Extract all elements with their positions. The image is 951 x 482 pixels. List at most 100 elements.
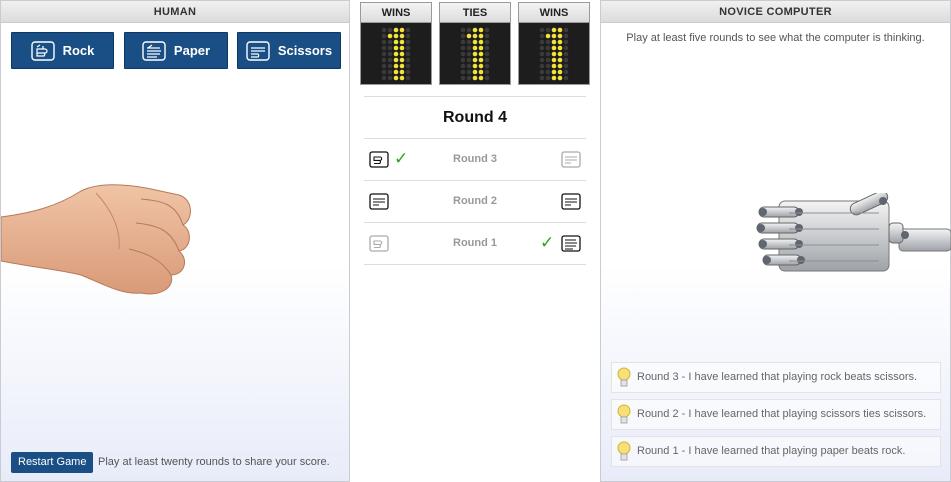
learned-message: Round 1 - I have learned that playing pa… bbox=[611, 436, 941, 467]
led-dot-on bbox=[399, 63, 405, 69]
led-dot-on bbox=[472, 51, 478, 57]
led-dot-off bbox=[405, 45, 411, 51]
led-dot-off bbox=[405, 27, 411, 33]
human-wins-box: WINS bbox=[360, 2, 432, 85]
led-dot-on bbox=[478, 75, 484, 81]
led-dot-off bbox=[405, 63, 411, 69]
robot-hand-image bbox=[756, 193, 951, 272]
led-dot-on bbox=[393, 63, 399, 69]
led-dot-on bbox=[557, 69, 563, 75]
led-dot-off bbox=[563, 33, 569, 39]
led-dot-off bbox=[466, 69, 472, 75]
led-dot-on bbox=[393, 57, 399, 63]
led-dot-on bbox=[472, 57, 478, 63]
led-dot-on bbox=[551, 57, 557, 63]
paper-button-label: Paper bbox=[173, 43, 211, 58]
led-dot-off bbox=[466, 51, 472, 57]
round-label: Round 2 bbox=[453, 195, 497, 207]
learned-message-text: Round 3 - I have learned that playing ro… bbox=[637, 371, 918, 383]
led-dot-on bbox=[478, 57, 484, 63]
led-dot-on bbox=[399, 69, 405, 75]
led-dot-off bbox=[460, 75, 466, 81]
human-panel: HUMAN Rock Paper Scissors Restart Game P… bbox=[0, 0, 350, 482]
computer-wins-label: WINS bbox=[519, 3, 589, 23]
led-dot-off bbox=[460, 63, 466, 69]
current-round-title: Round 4 bbox=[364, 96, 586, 139]
restart-game-button[interactable]: Restart Game bbox=[11, 452, 94, 473]
led-dot-off bbox=[381, 75, 387, 81]
led-dot-on bbox=[551, 51, 557, 57]
rock-hand-icon bbox=[30, 40, 55, 61]
led-dot-on bbox=[551, 75, 557, 81]
led-dot-off bbox=[539, 39, 545, 45]
led-dot-on bbox=[557, 39, 563, 45]
round-1-win-check-icon: ✓ bbox=[540, 233, 555, 252]
led-dot-off bbox=[563, 27, 569, 33]
led-dot-on bbox=[399, 39, 405, 45]
led-dot-off bbox=[545, 63, 551, 69]
led-dot-off bbox=[545, 51, 551, 57]
led-dot-on bbox=[393, 75, 399, 81]
led-dot-on bbox=[399, 45, 405, 51]
led-dot-off bbox=[405, 39, 411, 45]
led-dot-off bbox=[405, 33, 411, 39]
led-dot-off bbox=[387, 51, 393, 57]
led-dot-off bbox=[405, 51, 411, 57]
led-dot-on bbox=[393, 33, 399, 39]
led-dot-off bbox=[539, 57, 545, 63]
led-dot-on bbox=[393, 69, 399, 75]
led-dot-off bbox=[484, 63, 490, 69]
led-dot-off bbox=[563, 51, 569, 57]
led-dot-on bbox=[472, 75, 478, 81]
human-wins-digit bbox=[381, 27, 411, 81]
lightbulb-icon bbox=[617, 367, 631, 387]
led-dot-on bbox=[393, 51, 399, 57]
led-dot-off bbox=[387, 45, 393, 51]
led-dot-on bbox=[399, 33, 405, 39]
learned-message: Round 3 - I have learned that playing ro… bbox=[611, 362, 941, 393]
round-row: Round 1 ✓ bbox=[364, 223, 586, 265]
led-dot-off bbox=[387, 69, 393, 75]
led-dot-off bbox=[484, 33, 490, 39]
human-panel-title: HUMAN bbox=[1, 1, 349, 23]
led-dot-on bbox=[557, 51, 563, 57]
led-dot-off bbox=[539, 69, 545, 75]
computer-paper-icon bbox=[561, 235, 581, 252]
led-dot-off bbox=[460, 51, 466, 57]
led-dot-on bbox=[478, 51, 484, 57]
scissors-button[interactable]: Scissors bbox=[237, 32, 341, 69]
led-dot-on bbox=[472, 63, 478, 69]
led-dot-off bbox=[381, 39, 387, 45]
led-dot-on bbox=[393, 39, 399, 45]
led-dot-off bbox=[387, 75, 393, 81]
led-dot-off bbox=[545, 39, 551, 45]
led-dot-on bbox=[551, 69, 557, 75]
paper-button[interactable]: Paper bbox=[124, 32, 228, 69]
led-dot-off bbox=[466, 27, 472, 33]
computer-wins-digit bbox=[539, 27, 569, 81]
rock-button[interactable]: Rock bbox=[11, 32, 114, 69]
led-dot-on bbox=[393, 27, 399, 33]
led-dot-off bbox=[381, 33, 387, 39]
led-dot-off bbox=[563, 69, 569, 75]
human-wins-label: WINS bbox=[361, 3, 431, 23]
computer-panel-title: NOVICE COMPUTER bbox=[601, 1, 950, 23]
led-dot-on bbox=[478, 27, 484, 33]
paper-hand-icon bbox=[142, 40, 166, 61]
led-dot-on bbox=[557, 57, 563, 63]
led-dot-off bbox=[387, 39, 393, 45]
led-dot-off bbox=[539, 51, 545, 57]
led-dot-off bbox=[466, 63, 472, 69]
learned-message-text: Round 2 - I have learned that playing sc… bbox=[637, 408, 927, 420]
learned-message: Round 2 - I have learned that playing sc… bbox=[611, 399, 941, 430]
led-dot-on bbox=[551, 33, 557, 39]
led-dot-off bbox=[545, 57, 551, 63]
led-dot-off bbox=[460, 69, 466, 75]
led-dot-off bbox=[545, 27, 551, 33]
rock-button-label: Rock bbox=[62, 43, 95, 58]
led-dot-on bbox=[472, 33, 478, 39]
led-dot-on bbox=[557, 75, 563, 81]
led-dot-off bbox=[460, 45, 466, 51]
led-dot-on bbox=[545, 33, 551, 39]
led-dot-off bbox=[381, 63, 387, 69]
